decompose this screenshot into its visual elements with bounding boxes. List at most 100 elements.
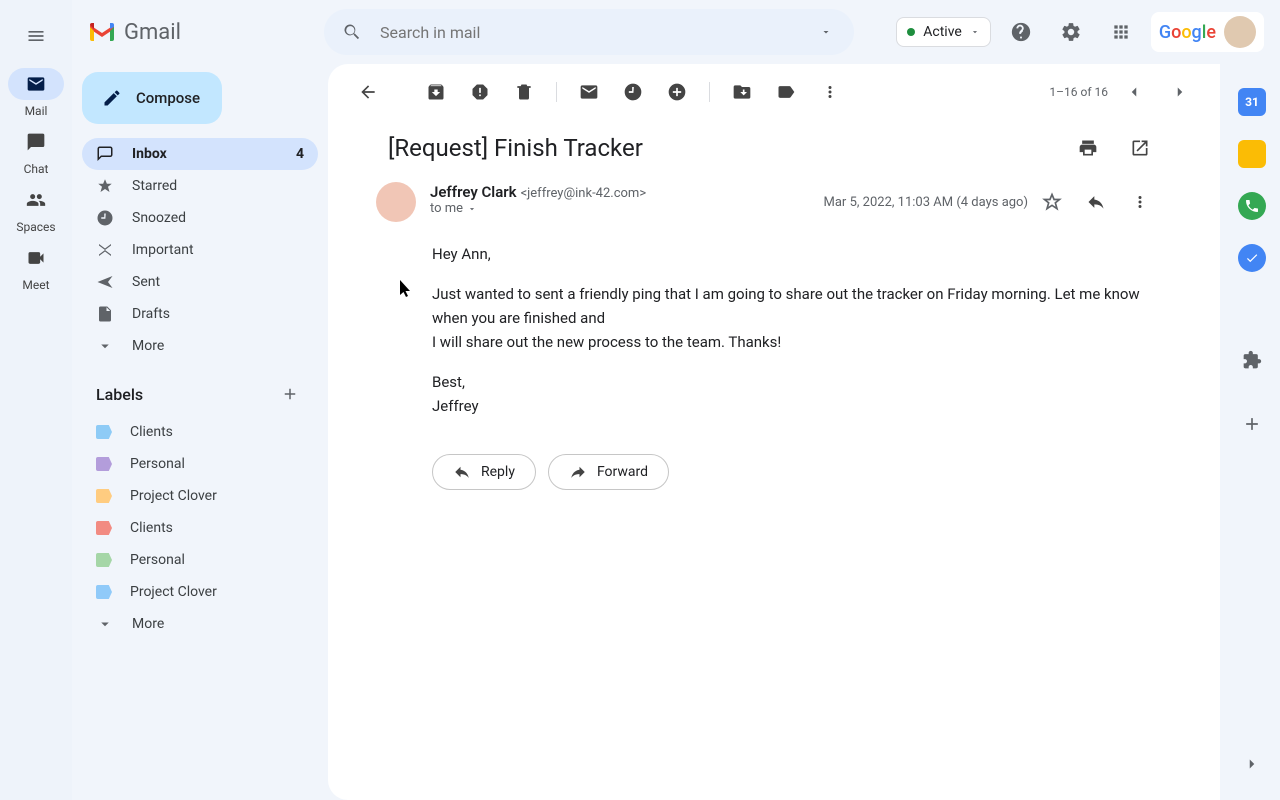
search-input[interactable]	[372, 23, 806, 42]
nav-more[interactable]: More	[82, 330, 318, 362]
back-button[interactable]	[348, 72, 388, 112]
spaces-icon	[26, 190, 46, 210]
rail-spaces[interactable]: Spaces	[8, 180, 64, 238]
gmail-logo[interactable]: Gmail	[88, 20, 308, 45]
add-task-button[interactable]	[657, 72, 697, 112]
move-to-icon	[732, 82, 752, 102]
label-item[interactable]: Personal	[82, 544, 318, 576]
label-icon	[776, 82, 796, 102]
starred-icon	[96, 177, 114, 195]
sidebar: Compose Inbox4StarredSnoozedImportantSen…	[72, 64, 328, 800]
email-timestamp: Mar 5, 2022, 11:03 AM (4 days ago)	[824, 195, 1028, 210]
apps-grid-icon	[1111, 22, 1131, 42]
message-more-button[interactable]	[1120, 182, 1160, 222]
archive-icon	[426, 82, 446, 102]
email-subject: [Request] Finish Tracker	[388, 134, 1056, 162]
check-icon	[1245, 251, 1259, 265]
nav-snoozed[interactable]: Snoozed	[82, 202, 318, 234]
label-item[interactable]: Personal	[82, 448, 318, 480]
addons-button[interactable]	[1232, 340, 1272, 380]
plus-icon	[1242, 414, 1262, 434]
label-color-icon	[96, 553, 112, 567]
message-pane: 1–16 of 16 [Request] Finish Tracker Jeff…	[328, 64, 1220, 800]
search-button[interactable]	[332, 12, 372, 52]
open-new-window-button[interactable]	[1120, 128, 1160, 168]
next-button[interactable]	[1160, 72, 1200, 112]
add-label-button[interactable]	[276, 380, 304, 408]
pager-text: 1–16 of 16	[1049, 85, 1108, 99]
more-actions-button[interactable]	[810, 72, 850, 112]
sender-name: Jeffrey Clark	[430, 183, 517, 201]
hamburger-icon	[26, 26, 46, 46]
more-vert-icon	[1131, 193, 1149, 211]
gmail-icon	[88, 21, 116, 43]
apps-button[interactable]	[1101, 12, 1141, 52]
label-item[interactable]: Clients	[82, 512, 318, 544]
pencil-icon	[102, 88, 122, 108]
snoozed-icon	[96, 209, 114, 227]
plus-icon	[281, 385, 299, 403]
keep-addon[interactable]	[1238, 140, 1266, 168]
labels-more[interactable]: More	[82, 608, 318, 640]
settings-button[interactable]	[1051, 12, 1091, 52]
reply-icon-button[interactable]	[1076, 182, 1116, 222]
nav-sent[interactable]: Sent	[82, 266, 318, 298]
rail-chat[interactable]: Chat	[8, 122, 64, 180]
labels-header: Labels	[96, 385, 143, 404]
sender-avatar[interactable]	[376, 182, 416, 222]
get-addons-button[interactable]	[1232, 404, 1272, 444]
rail-meet[interactable]: Meet	[8, 238, 64, 296]
mark-unread-button[interactable]	[569, 72, 609, 112]
search-options-button[interactable]	[806, 12, 846, 52]
tasks-addon[interactable]	[1238, 192, 1266, 220]
main-menu-button[interactable]	[16, 16, 56, 56]
move-button[interactable]	[722, 72, 762, 112]
label-color-icon	[96, 521, 112, 535]
forward-button[interactable]: Forward	[548, 454, 669, 490]
caret-down-icon	[467, 204, 477, 214]
delete-button[interactable]	[504, 72, 544, 112]
chevron-down-icon	[96, 615, 114, 633]
reply-icon	[1086, 192, 1106, 212]
compose-button[interactable]: Compose	[82, 72, 222, 124]
star-button[interactable]	[1032, 182, 1072, 222]
chevron-left-icon	[1125, 83, 1143, 101]
inbox-icon	[96, 145, 114, 163]
nav-inbox[interactable]: Inbox4	[82, 138, 318, 170]
google-account-chip[interactable]: Google	[1151, 12, 1264, 52]
reply-button[interactable]: Reply	[432, 454, 536, 490]
collapse-panel-button[interactable]	[1232, 744, 1272, 784]
trash-icon	[514, 82, 534, 102]
snooze-button[interactable]	[613, 72, 653, 112]
label-item[interactable]: Project Clover	[82, 480, 318, 512]
nav-starred[interactable]: Starred	[82, 170, 318, 202]
nav-important[interactable]: Important	[82, 234, 318, 266]
chevron-right-icon	[1243, 755, 1261, 773]
labels-button[interactable]	[766, 72, 806, 112]
status-selector[interactable]: Active	[896, 17, 991, 47]
user-avatar[interactable]	[1224, 16, 1256, 48]
clock-icon	[623, 82, 643, 102]
google-logo: Google	[1159, 22, 1216, 43]
prev-button[interactable]	[1114, 72, 1154, 112]
print-button[interactable]	[1068, 128, 1108, 168]
label-item[interactable]: Clients	[82, 416, 318, 448]
add-task-icon	[667, 82, 687, 102]
rail-mail[interactable]: Mail	[8, 64, 64, 122]
arrow-left-icon	[358, 82, 378, 102]
mail-icon	[579, 82, 599, 102]
report-spam-icon	[470, 82, 490, 102]
label-item[interactable]: Project Clover	[82, 576, 318, 608]
spam-button[interactable]	[460, 72, 500, 112]
gear-icon	[1060, 21, 1082, 43]
calendar-addon[interactable]: 31	[1238, 88, 1266, 116]
contacts-addon[interactable]	[1238, 244, 1266, 272]
help-button[interactable]	[1001, 12, 1041, 52]
recipient-toggle[interactable]: to me	[430, 201, 810, 216]
status-label: Active	[923, 24, 962, 40]
chat-icon	[26, 132, 46, 152]
archive-button[interactable]	[416, 72, 456, 112]
nav-drafts[interactable]: Drafts	[82, 298, 318, 330]
star-icon	[1042, 192, 1062, 212]
search-bar[interactable]	[324, 9, 854, 55]
